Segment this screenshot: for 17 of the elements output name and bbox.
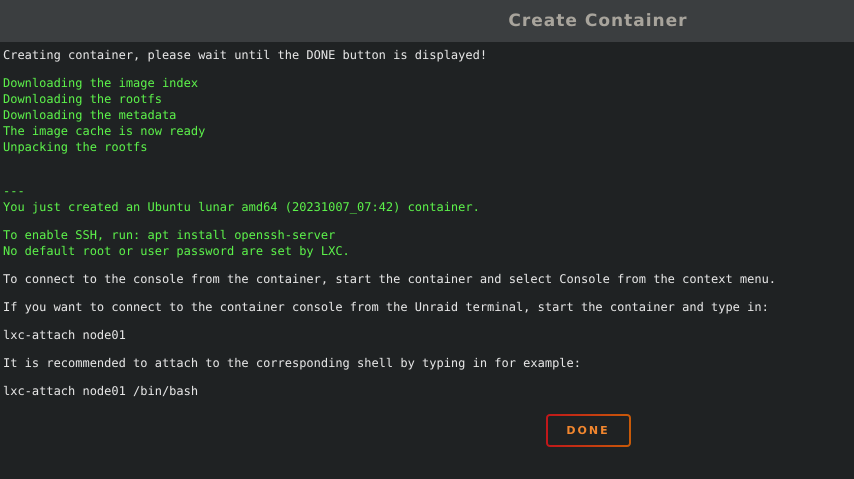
log-line: Downloading the rootfs	[3, 91, 163, 107]
log-line: Downloading the metadata	[3, 107, 178, 123]
log-line: It is recommended to attach to the corresponding shell by typing in for example:	[3, 355, 582, 371]
log-line: Downloading the image index	[3, 75, 200, 91]
log-line: Creating container, please wait until the DONE button is displayed!	[3, 47, 488, 63]
log-line: If you want to connect to the container console from the Unraid terminal, start the container and type in:	[3, 299, 770, 315]
log-line: Unpacking the rootfs	[3, 139, 148, 155]
log-line: To enable SSH, run: apt install openssh-server	[3, 227, 336, 243]
log-line: No default root or user password are set by LXC.	[3, 243, 351, 259]
log-line: lxc-attach node01	[3, 327, 127, 343]
window-title: Create Container	[508, 11, 688, 31]
log-line: To connect to the console from the container, start the container and select Console from the context menu.	[3, 271, 778, 287]
log-line: lxc-attach node01 /bin/bash	[3, 383, 200, 399]
log-line: You just created an Ubuntu lunar amd64 (20231007_07:42) container.	[3, 199, 481, 215]
done-button[interactable]: DONE	[546, 414, 630, 447]
log-line: The image cache is now ready	[3, 123, 206, 139]
log-line: ---	[3, 183, 26, 199]
